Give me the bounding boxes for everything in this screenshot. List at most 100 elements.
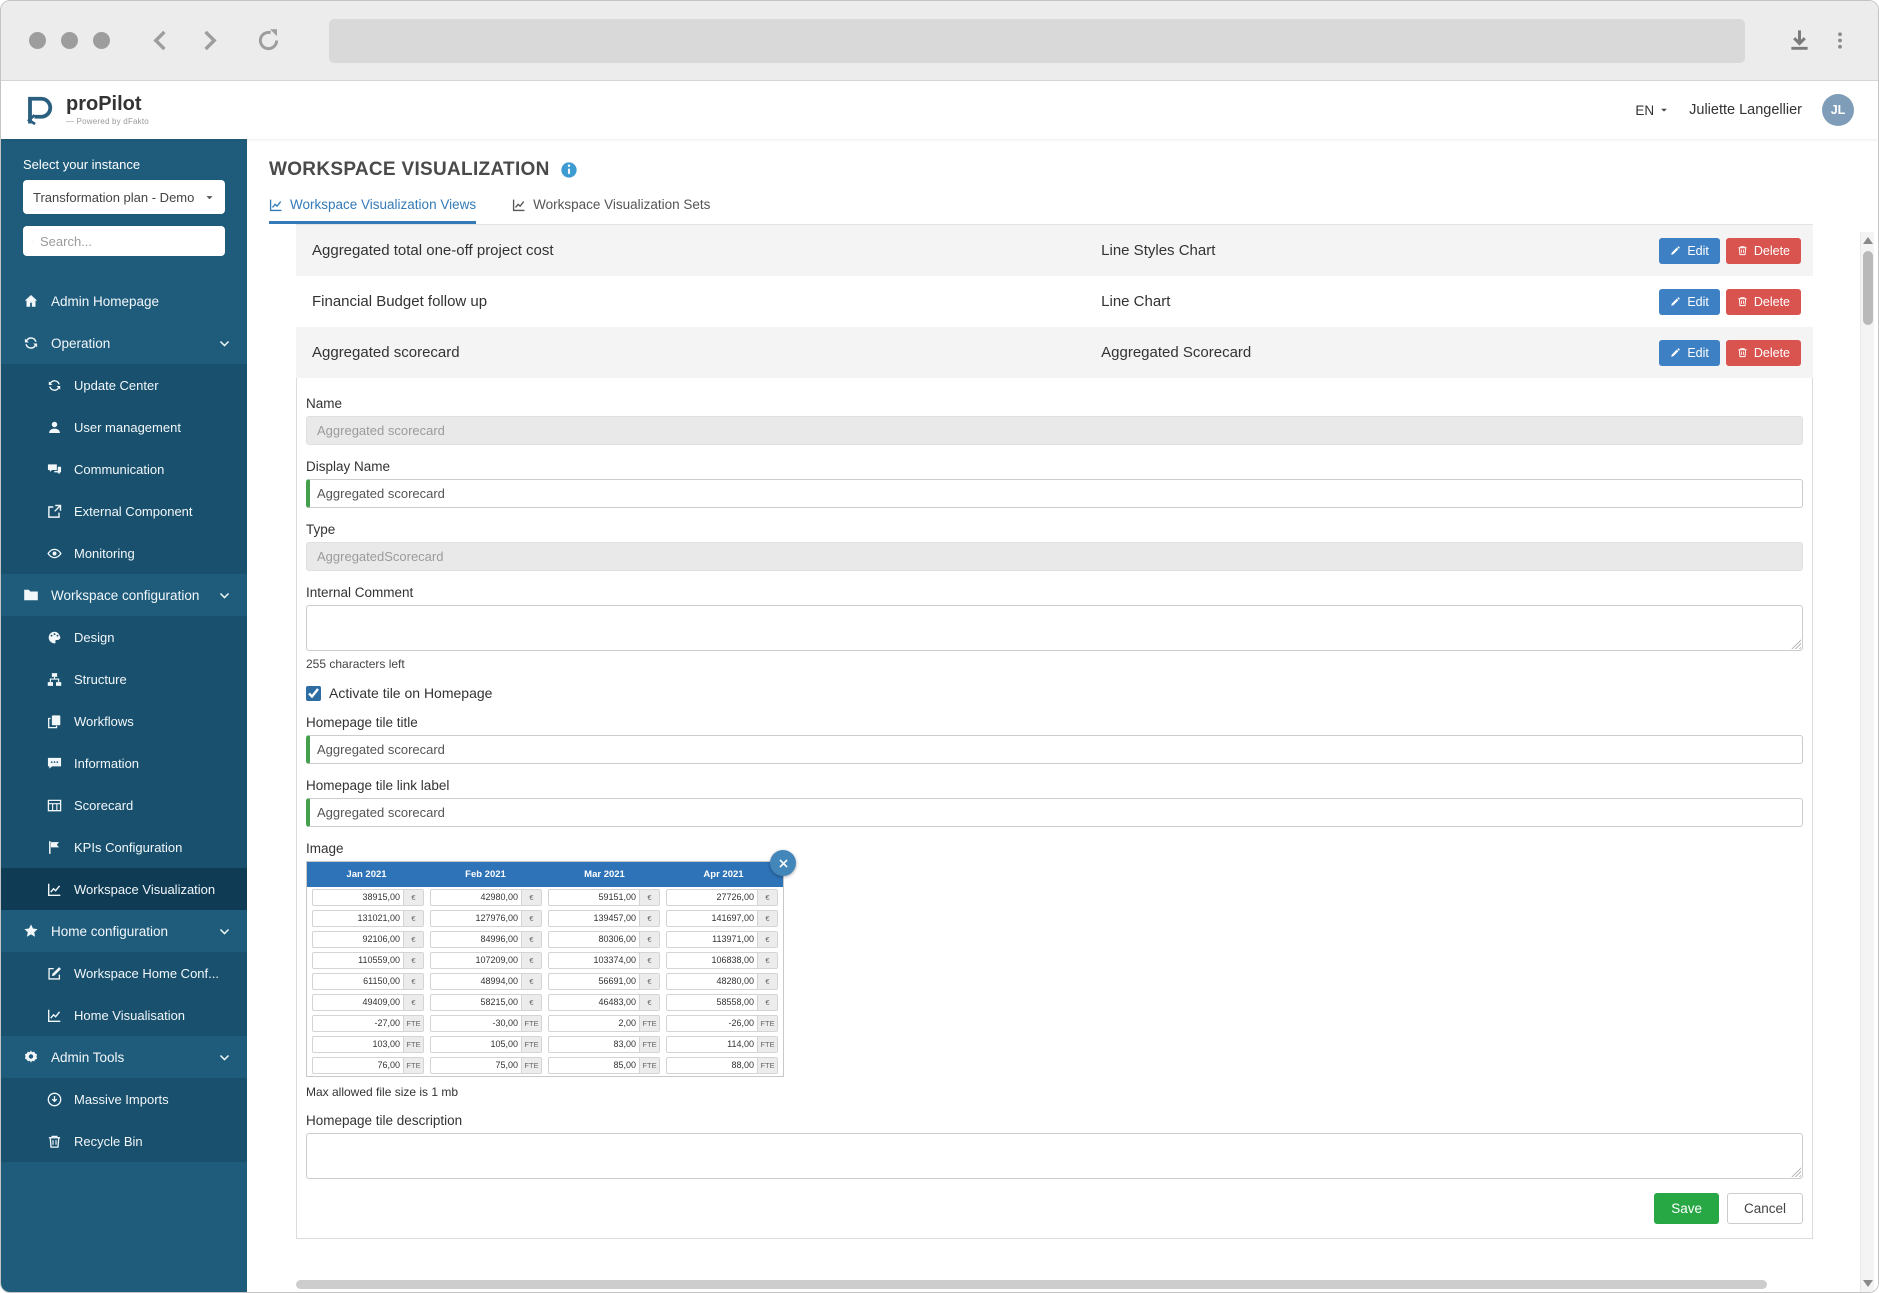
forward-icon[interactable] (197, 28, 222, 53)
browser-menu-icon[interactable] (1830, 28, 1850, 53)
internal-comment-textarea[interactable] (306, 605, 1803, 651)
vertical-scrollbar[interactable] (1860, 232, 1874, 1292)
instance-select[interactable]: Transformation plan - Demo (23, 180, 225, 214)
preview-unit: FTE (521, 1037, 541, 1052)
preview-cell: 80306,00€ (548, 931, 660, 948)
user-name[interactable]: Juliette Langellier (1689, 102, 1802, 118)
preview-value: 103374,00 (549, 953, 639, 968)
sidebar-item-massive-imports[interactable]: Massive Imports (1, 1078, 247, 1120)
tab-workspace-visualization-views[interactable]: Workspace Visualization Views (269, 197, 476, 224)
delete-button[interactable]: Delete (1726, 340, 1801, 366)
refresh-icon[interactable] (256, 28, 281, 53)
horizontal-scrollbar-thumb[interactable] (296, 1280, 1767, 1289)
sidebar-item-kpis-configuration[interactable]: KPIs Configuration (1, 826, 247, 868)
app-header: proPilot — Powered by dFakto EN Juliette… (1, 81, 1878, 139)
sidebar-item-label: Update Center (74, 378, 159, 393)
sidebar-item-workspace-home-conf[interactable]: Workspace Home Conf... (1, 952, 247, 994)
sidebar-item-structure[interactable]: Structure (1, 658, 247, 700)
sidebar-item-external-component[interactable]: External Component (1, 490, 247, 532)
page-title: WORKSPACE VISUALIZATION (269, 159, 550, 181)
horizontal-scrollbar[interactable] (296, 1280, 1813, 1289)
sidebar-item-communication[interactable]: Communication (1, 448, 247, 490)
url-bar[interactable] (329, 19, 1745, 63)
sidebar-item-scorecard[interactable]: Scorecard (1, 784, 247, 826)
search-input[interactable] (40, 234, 216, 249)
sidebar-item-monitoring[interactable]: Monitoring (1, 532, 247, 574)
preview-value: 84996,00 (431, 932, 521, 947)
preview-unit: € (757, 995, 777, 1010)
preview-value: 141697,00 (667, 911, 757, 926)
sidebar-item-workspace-configuration[interactable]: Workspace configuration (1, 574, 247, 616)
preview-cell: -30,00FTE (430, 1015, 542, 1032)
scrollbar-thumb[interactable] (1863, 251, 1873, 325)
eye-icon (47, 546, 62, 561)
sidebar-item-home-configuration[interactable]: Home configuration (1, 910, 247, 952)
activate-tile-label[interactable]: Activate tile on Homepage (329, 685, 492, 701)
display-name-input[interactable] (306, 479, 1803, 508)
sidebar-item-home-visualisation[interactable]: Home Visualisation (1, 994, 247, 1036)
tab-workspace-visualization-sets[interactable]: Workspace Visualization Sets (512, 197, 710, 224)
preview-value: -26,00 (667, 1016, 757, 1031)
sidebar-item-user-management[interactable]: User management (1, 406, 247, 448)
sidebar-item-label: Recycle Bin (74, 1134, 143, 1149)
sidebar-item-admin-homepage[interactable]: Admin Homepage (1, 280, 247, 322)
tile-title-input[interactable] (306, 735, 1803, 764)
edit-button[interactable]: Edit (1659, 340, 1720, 366)
name-input[interactable] (306, 416, 1803, 445)
edit-button[interactable]: Edit (1659, 289, 1720, 315)
language-label: EN (1635, 103, 1654, 118)
type-input[interactable] (306, 542, 1803, 571)
sidebar-item-label: Workspace Visualization (74, 882, 215, 897)
sidebar-item-workflows[interactable]: Workflows (1, 700, 247, 742)
remove-image-button[interactable] (770, 850, 796, 876)
cancel-button[interactable]: Cancel (1727, 1193, 1803, 1224)
preview-cell: 103,00FTE (312, 1036, 424, 1053)
preview-row: 103,00FTE105,00FTE83,00FTE114,00FTE (307, 1034, 783, 1055)
sync-icon (47, 378, 62, 393)
scroll-down-arrow[interactable] (1863, 1280, 1873, 1287)
resize-grip[interactable] (1790, 1166, 1801, 1177)
scroll-up-arrow[interactable] (1863, 237, 1873, 244)
preview-cell: 92106,00€ (312, 931, 424, 948)
sidebar-item-operation[interactable]: Operation (1, 322, 247, 364)
delete-button[interactable]: Delete (1726, 289, 1801, 315)
tile-link-input[interactable] (306, 798, 1803, 827)
avatar[interactable]: JL (1822, 94, 1854, 126)
preview-row: -27,00FTE-30,00FTE2,00FTE-26,00FTE (307, 1013, 783, 1034)
download-icon[interactable] (1787, 28, 1812, 53)
preview-value: 88,00 (667, 1058, 757, 1073)
edit-button[interactable]: Edit (1659, 238, 1720, 264)
window-control-dot[interactable] (61, 32, 78, 49)
window-control-dot[interactable] (93, 32, 110, 49)
preview-value: 92106,00 (313, 932, 403, 947)
close-icon (778, 858, 789, 869)
save-button[interactable]: Save (1654, 1193, 1719, 1224)
info-icon[interactable] (560, 161, 578, 179)
preview-cell: 114,00FTE (666, 1036, 778, 1053)
preview-unit: € (403, 932, 423, 947)
sidebar-item-information[interactable]: Information (1, 742, 247, 784)
preview-cell: 88,00FTE (666, 1057, 778, 1074)
sync-icon (23, 335, 39, 351)
sidebar-item-design[interactable]: Design (1, 616, 247, 658)
sidebar-item-label: Massive Imports (74, 1092, 169, 1107)
resize-grip[interactable] (1790, 638, 1801, 649)
chart-icon (269, 198, 283, 212)
activate-tile-checkbox[interactable] (306, 686, 321, 701)
back-icon[interactable] (148, 28, 173, 53)
view-type: Aggregated Scorecard (1101, 344, 1659, 361)
language-selector[interactable]: EN (1635, 103, 1669, 118)
sidebar-item-update-center[interactable]: Update Center (1, 364, 247, 406)
sidebar-item-workspace-visualization[interactable]: Workspace Visualization (1, 868, 247, 910)
window-control-dot[interactable] (29, 32, 46, 49)
preview-cell: 38915,00€ (312, 889, 424, 906)
preview-value: 127976,00 (431, 911, 521, 926)
tile-description-textarea[interactable] (306, 1133, 1803, 1179)
delete-button[interactable]: Delete (1726, 238, 1801, 264)
sidebar-item-recycle-bin[interactable]: Recycle Bin (1, 1120, 247, 1162)
tabs: Workspace Visualization Views Workspace V… (269, 197, 1858, 224)
preview-unit: € (403, 911, 423, 926)
sidebar-item-admin-tools[interactable]: Admin Tools (1, 1036, 247, 1078)
instance-label: Select your instance (1, 139, 247, 172)
chevron-down-icon (218, 1051, 231, 1064)
